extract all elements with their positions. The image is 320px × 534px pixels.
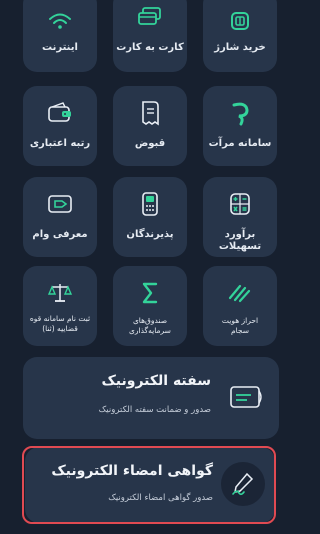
receipt-icon <box>137 100 163 126</box>
sim-card-icon <box>227 8 253 34</box>
promissory-note-icon <box>223 374 267 418</box>
card-subtitle: صدور و ضمانت سفته الکترونیک <box>98 405 211 415</box>
tile-investment-funds[interactable]: صندوق‌های سرمایه‌گذاری <box>113 266 187 346</box>
pos-terminal-icon <box>137 191 163 217</box>
wifi-icon <box>47 8 73 34</box>
tile-sana-registration[interactable]: ثبت نام سامانه قوه قضاییه (ثنا) <box>23 266 97 346</box>
sigma-icon <box>137 280 163 306</box>
loan-card-icon <box>47 191 73 217</box>
calculator-icon <box>227 191 253 217</box>
tile-label: سامانه مرآت <box>208 138 272 149</box>
tile-label: احراز هویت سجام <box>221 316 259 335</box>
scales-icon <box>47 280 73 306</box>
tile-merchants[interactable]: پذیرندگان <box>113 177 187 257</box>
tile-loan-intro[interactable]: معرفی وام <box>23 177 97 257</box>
tile-label: کارت به کارت <box>116 42 184 53</box>
tile-label: معرفی وام <box>32 229 88 240</box>
card-title: سفته الکترونیک <box>101 373 211 389</box>
tile-internet[interactable]: اینترنت <box>23 0 97 72</box>
tile-label: اینترنت <box>42 42 78 53</box>
cards-icon <box>137 4 163 30</box>
sejam-icon <box>227 280 253 306</box>
card-electronic-safte[interactable]: سفته الکترونیک صدور و ضمانت سفته الکترون… <box>23 357 279 439</box>
tile-card-to-card[interactable]: کارت به کارت <box>113 0 187 72</box>
tile-label: پذیرندگان <box>126 229 174 240</box>
tile-label: قبوض <box>134 138 166 149</box>
tile-meraat[interactable]: سامانه مرآت <box>203 86 277 166</box>
tile-label: برآورد تسهیلات <box>218 229 262 252</box>
tile-label: رتبه اعتباری <box>29 138 91 149</box>
tile-charge[interactable]: خرید شارژ <box>203 0 277 72</box>
tile-bills[interactable]: قبوض <box>113 86 187 166</box>
tile-sejam[interactable]: احراز هویت سجام <box>203 266 277 346</box>
tile-label: صندوق‌های سرمایه‌گذاری <box>129 316 171 335</box>
tile-label: خرید شارژ <box>214 42 266 53</box>
tile-credit-rating[interactable]: رتبه اعتباری <box>23 86 97 166</box>
selection-highlight-frame <box>22 446 276 524</box>
meraat-logo-icon <box>227 100 253 126</box>
wallet-icon <box>47 100 73 126</box>
tile-loan-estimate[interactable]: برآورد تسهیلات <box>203 177 277 257</box>
tile-label: ثبت نام سامانه قوه قضاییه (ثنا) <box>29 314 91 333</box>
